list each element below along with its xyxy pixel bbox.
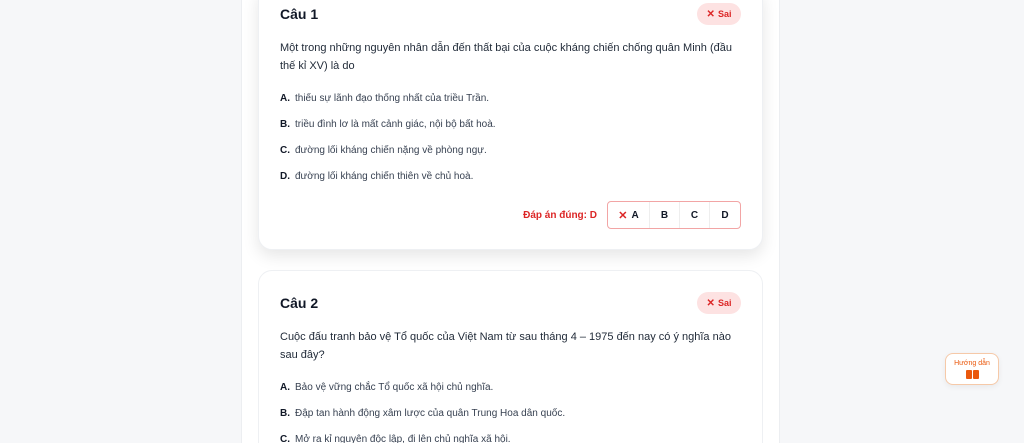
question-title: Câu 2: [280, 295, 319, 311]
status-badge: ✕ Sai: [697, 292, 741, 314]
choice-b-button[interactable]: B: [650, 202, 680, 228]
close-icon: ✕: [618, 209, 628, 222]
option-b: B. triều đình lơ là mất cảnh giác, nội bộ…: [280, 119, 496, 130]
close-icon: ✕: [706, 8, 715, 20]
question-card-1: Câu 1 ✕ Sai Một trong những nguyên nhân …: [258, 0, 763, 250]
option-b: B. Đập tan hành động xâm lược của quân Tr…: [280, 408, 566, 419]
status-badge: ✕ Sai: [697, 3, 741, 25]
guide-label: Hướng dẫn: [954, 359, 990, 367]
guide-button[interactable]: Hướng dẫn: [945, 353, 999, 385]
close-icon: ✕: [706, 297, 715, 309]
book-icon: [965, 369, 979, 379]
option-d: D. đường lối kháng chiến thiên về chủ hoà…: [280, 171, 474, 182]
status-label: Sai: [717, 9, 732, 19]
question-text: Cuộc đấu tranh bảo vệ Tổ quốc của Việt N…: [280, 331, 731, 361]
question-card-2: Câu 2 ✕ Sai Cuộc đấu tranh bảo vệ Tổ quố…: [258, 270, 763, 443]
question-title: Câu 1: [280, 6, 319, 22]
question-text: Một trong những nguyên nhân dẫn đến thất…: [280, 42, 732, 72]
correct-answer-label: Đáp án đúng: D: [523, 209, 597, 221]
status-label: Sai: [717, 298, 732, 308]
answer-row: Đáp án đúng: D ✕ A B C D: [523, 201, 741, 229]
answer-choices: ✕ A B C D: [607, 201, 741, 229]
option-a: A. thiếu sự lãnh đạo thống nhất của triều…: [280, 93, 490, 104]
choice-c-button[interactable]: C: [680, 202, 710, 228]
choice-d-button[interactable]: D: [710, 202, 740, 228]
option-c: C. Mở ra kỉ nguyên độc lập, đi lên chủ ng…: [280, 434, 511, 443]
choice-a-button[interactable]: ✕ A: [608, 202, 650, 228]
option-a: A. Bảo vệ vững chắc Tổ quốc xã hội chủ ng…: [280, 382, 494, 393]
option-c: C. đường lối kháng chiến nặng về phòng ng…: [280, 145, 487, 156]
